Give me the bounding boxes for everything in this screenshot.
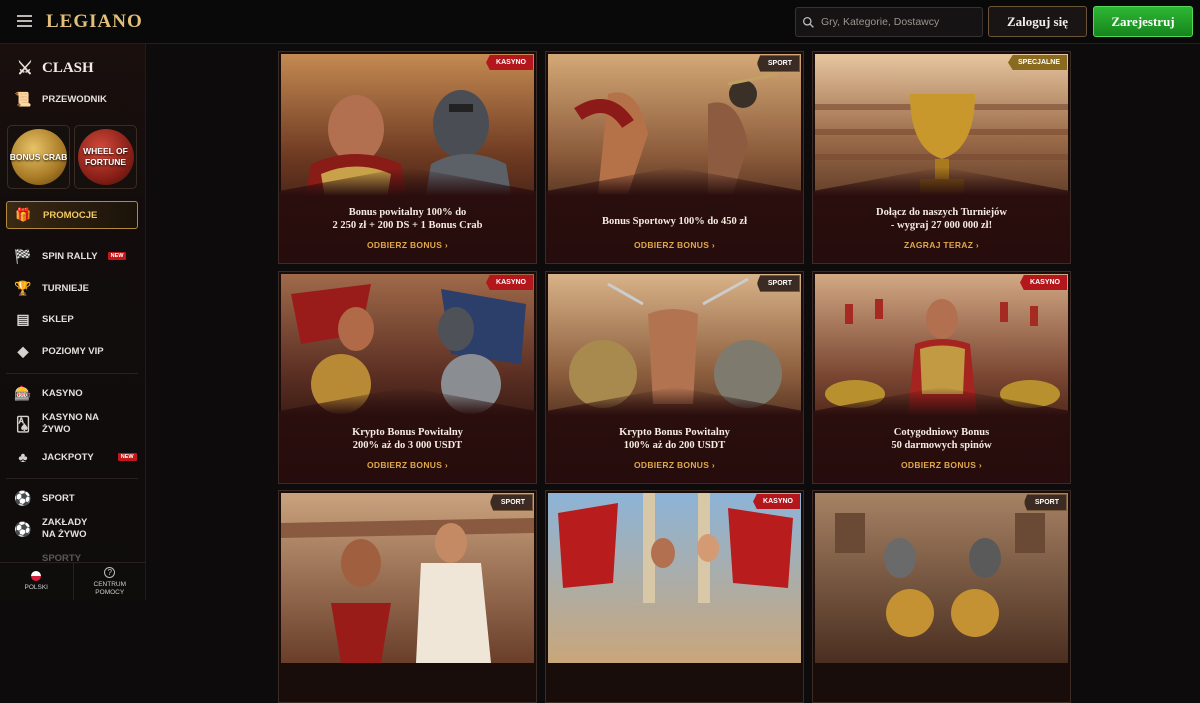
chevron-right-icon: › (711, 240, 716, 250)
wheel-of-fortune-tile[interactable]: WHEEL OF FORTUNE (74, 125, 137, 189)
help-label: CENTRUM POMOCY (93, 580, 127, 596)
poland-flag-icon (31, 571, 42, 581)
play-now-link[interactable]: ZAGRAJ TERAZ › (813, 240, 1070, 250)
sidebar-item-live-bets[interactable]: ⚽ ZAKŁADY NA ŻYWO (14, 517, 102, 541)
chevron-right-icon: › (975, 240, 980, 250)
sidebar-footer: POLSKI ? CENTRUM POMOCY (0, 562, 146, 600)
promo-card[interactable]: KASYNO Bonus powitalny 100% do 2 250 zł … (278, 51, 537, 264)
sidebar-item-label: CLASH (42, 59, 94, 76)
chevron-right-icon: › (711, 460, 716, 470)
sidebar-item-label: PRZEWODNIK (42, 93, 107, 105)
new-badge: NEW (117, 453, 137, 461)
card-title: Dołącz do naszych Turniejów - wygraj 27 … (876, 207, 1007, 231)
divider (6, 478, 138, 479)
category-tag: KASYNO (1020, 275, 1067, 290)
logo[interactable]: LEGIANO (46, 11, 143, 33)
register-button[interactable]: Zarejestruj (1093, 6, 1193, 37)
sidebar-item-jackpots[interactable]: ♣ JACKPOTY NEW (14, 448, 137, 466)
shop-icon: ▤ (16, 310, 30, 327)
card-title: Bonus Sportowy 100% do 450 zł (602, 216, 747, 227)
sidebar-item-spin-rally[interactable]: 🏁 SPIN RALLY NEW (14, 247, 127, 265)
sidebar-item-tournaments[interactable]: 🏆 TURNIEJE (14, 279, 89, 297)
chevron-right-icon: › (978, 460, 983, 470)
chevron-right-icon: › (444, 460, 449, 470)
sidebar-item-label: SPORT (42, 492, 75, 504)
sidebar-item-label: SPIN RALLY (42, 250, 98, 262)
language-selector[interactable]: POLSKI (0, 563, 74, 600)
help-icon: ? (104, 566, 116, 578)
card-title: Cotygodniowy Bonus 50 darmowych spinów (891, 427, 992, 451)
search-input[interactable] (821, 16, 981, 28)
promo-card[interactable]: SPECJALNE Dołącz do naszych Turniejów - … (812, 51, 1071, 264)
clover-icon: ♣ (18, 449, 28, 465)
sidebar-item-clash[interactable]: ⚔ CLASH (14, 57, 94, 79)
promo-card[interactable]: KASYNO (545, 490, 804, 703)
search-box[interactable] (795, 7, 983, 37)
gift-icon: 🎁 (15, 207, 32, 222)
promo-image (281, 493, 534, 663)
promo-card[interactable]: KASYNO Cotygodniowy Bonus 50 darmowych s… (812, 271, 1071, 484)
sidebar-item-label: KASYNO NA ŻYWO (42, 412, 99, 435)
claim-bonus-link[interactable]: ODBIERZ BONUS › (813, 460, 1070, 470)
sidebar-item-label: POZIOMY VIP (42, 345, 104, 357)
claim-bonus-link[interactable]: ODBIERZ BONUS › (546, 460, 803, 470)
menu-icon[interactable] (17, 15, 32, 27)
crossed-swords-icon: ⚔ (16, 57, 34, 78)
search-icon (802, 16, 814, 28)
promo-image (548, 493, 801, 663)
claim-bonus-link[interactable]: ODBIERZ BONUS › (279, 460, 536, 470)
sidebar-item-promotions[interactable]: 🎁 PROMOCJE (6, 201, 138, 229)
help-center-link[interactable]: ? CENTRUM POMOCY (74, 563, 147, 600)
cards-icon: 🂡 (15, 416, 31, 432)
promo-card[interactable]: KASYNO Krypto Bonus Powitalny 200% aż do… (278, 271, 537, 484)
scroll-icon: 📜 (14, 90, 32, 107)
category-tag: KASYNO (486, 275, 533, 290)
checkered-flag-icon: 🏁 (14, 247, 32, 264)
bonus-crab-label: BONUS CRAB (9, 151, 68, 162)
promo-card[interactable]: SPORT Krypto Bonus Powitalny 100% aż do … (545, 271, 804, 484)
category-tag: SPORT (1023, 494, 1067, 511)
sidebar-item-shop[interactable]: ▤ SKLEP (14, 310, 74, 328)
soccer-ball-icon: ⚽ (14, 489, 32, 506)
slot-machine-icon: 🎰 (14, 384, 32, 401)
category-tag: SPORT (756, 55, 800, 72)
trophy-icon: 🏆 (14, 279, 32, 296)
promo-card[interactable]: SPORT (278, 490, 537, 703)
diamond-icon: ◆ (17, 342, 29, 359)
sidebar-item-label: TURNIEJE (42, 282, 89, 294)
bonus-crab-tile[interactable]: BONUS CRAB (7, 125, 70, 189)
claim-bonus-link[interactable]: ODBIERZ BONUS › (546, 240, 803, 250)
category-tag: KASYNO (753, 494, 800, 509)
category-tag: KASYNO (486, 55, 533, 70)
login-button[interactable]: Zaloguj się (988, 6, 1087, 37)
sidebar-item-label: KASYNO (42, 387, 83, 399)
sidebar: ⚔ CLASH 📜 PRZEWODNIK BONUS CRAB WHEEL OF… (0, 44, 146, 600)
category-tag: SPORT (756, 275, 800, 292)
card-title: Krypto Bonus Powitalny 200% aż do 3 000 … (352, 427, 463, 451)
sidebar-item-live-casino[interactable]: 🂡 KASYNO NA ŻYWO (14, 412, 124, 436)
promo-card[interactable]: SPORT (812, 490, 1071, 703)
promo-image (815, 493, 1068, 663)
top-bar: LEGIANO Zaloguj się Zarejestruj (0, 0, 1200, 44)
live-betting-icon: ⚽ (14, 521, 32, 537)
chevron-right-icon: › (444, 240, 449, 250)
sidebar-item-label: SKLEP (42, 313, 74, 325)
claim-bonus-link[interactable]: ODBIERZ BONUS › (279, 240, 536, 250)
promo-card[interactable]: SPORT Bonus Sportowy 100% do 450 zł ODBI… (545, 51, 804, 264)
sidebar-item-label: JACKPOTY (42, 451, 94, 463)
card-title: Bonus powitalny 100% do 2 250 zł + 200 D… (332, 207, 483, 231)
sidebar-item-sport[interactable]: ⚽ SPORT (14, 489, 75, 507)
card-title: Krypto Bonus Powitalny 100% aż do 200 US… (619, 427, 730, 451)
sidebar-item-guide[interactable]: 📜 PRZEWODNIK (14, 90, 107, 108)
sidebar-item-casino[interactable]: 🎰 KASYNO (14, 384, 83, 402)
category-tag: SPECJALNE (1007, 55, 1067, 70)
language-label: POLSKI (24, 584, 48, 591)
sidebar-item-label: PROMOCJE (43, 209, 98, 221)
sidebar-item-label: ZAKŁADY NA ŻYWO (42, 517, 88, 540)
category-tag: SPORT (489, 494, 533, 511)
wheel-of-fortune-label: WHEEL OF FORTUNE (83, 146, 128, 167)
sidebar-item-vip[interactable]: ◆ POZIOMY VIP (14, 342, 104, 360)
divider (6, 373, 138, 374)
new-badge: NEW (107, 252, 127, 260)
